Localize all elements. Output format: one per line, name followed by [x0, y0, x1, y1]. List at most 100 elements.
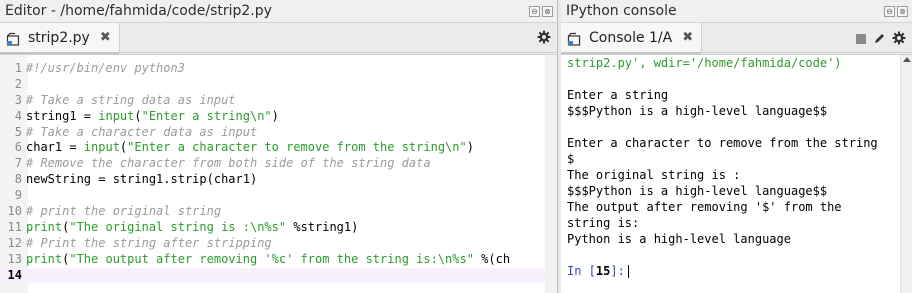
- console-scrollbar[interactable]: [900, 55, 912, 293]
- line-number: 2: [14, 76, 22, 91]
- editor-tabbar: strip2.py ✖: [0, 22, 557, 54]
- code-line[interactable]: 14: [0, 267, 545, 284]
- line-number: 9: [14, 188, 22, 203]
- code-line[interactable]: 1 #!/usr/bin/env python3: [0, 61, 545, 77]
- console-line: $: [567, 152, 575, 166]
- console-window-buttons: ⊖ ⊗: [884, 5, 908, 17]
- code-area[interactable]: 1 #!/usr/bin/env python3 2 3 # Take a string…: [0, 61, 545, 284]
- code-token: print: [26, 251, 63, 266]
- code-text: # print the original string: [24, 204, 221, 220]
- tab-console-1a[interactable]: Console 1/A ✖: [561, 22, 703, 54]
- code-token: print: [26, 219, 63, 234]
- editor-title: Editor - /home/fahmida/code/strip2.py: [5, 3, 272, 19]
- code-line[interactable]: 9: [0, 188, 545, 204]
- code-line[interactable]: 7 # Remove the character from both side o…: [0, 156, 545, 172]
- edit-icon[interactable]: [873, 30, 886, 49]
- tab-close-icon[interactable]: ✖: [682, 30, 693, 45]
- code-token: newString = string1.strip(char1): [26, 172, 258, 187]
- line-number: 5: [14, 124, 22, 139]
- line-number: 6: [14, 140, 22, 155]
- tab-label: Console 1/A: [589, 29, 673, 46]
- code-text: # Remove the character from both side of…: [24, 156, 431, 172]
- code-token: ): [466, 140, 474, 155]
- code-token: ): [271, 108, 279, 123]
- console-text: strip2.py', wdir='/home/fahmida/code') En…: [567, 55, 898, 279]
- file-icon: [6, 31, 20, 46]
- code-token: "Enter a character to remove from the st…: [127, 140, 467, 155]
- close-pane-icon[interactable]: ⊗: [897, 5, 908, 17]
- console-output[interactable]: strip2.py', wdir='/home/fahmida/code') En…: [561, 54, 912, 293]
- console-tabbar: Console 1/A ✖: [561, 22, 912, 54]
- line-number: 10: [7, 204, 22, 219]
- stop-icon[interactable]: [855, 30, 867, 49]
- prompt-number: 15: [595, 264, 611, 278]
- code-text: string1 = input("Enter a string\n"): [24, 109, 279, 125]
- console-line: $$$Python is a high-level language$$: [567, 184, 828, 198]
- gear-icon[interactable]: [537, 30, 551, 47]
- tab-strip2-py[interactable]: strip2.py ✖: [0, 22, 120, 54]
- code-token: string1 =: [26, 108, 99, 123]
- console-pane: IPython console ⊖ ⊗ Console 1/A ✖ strip2…: [561, 0, 912, 293]
- console-title: IPython console: [566, 3, 677, 19]
- code-token: char1 =: [26, 140, 84, 155]
- code-line[interactable]: 6 char1 = input("Enter a character to rem…: [0, 140, 545, 156]
- code-text: char1 = input("Enter a character to remo…: [24, 140, 474, 156]
- editor-scrollbar[interactable]: [545, 55, 557, 293]
- gear-icon[interactable]: [892, 31, 906, 48]
- code-text: # Take a character data as input: [24, 125, 257, 141]
- code-line[interactable]: 5 # Take a character data as input: [0, 125, 545, 141]
- code-line[interactable]: 4 string1 = input("Enter a string\n"): [0, 109, 545, 125]
- console-line: Python is a high-level language: [567, 232, 791, 246]
- console-line: Enter a string: [567, 88, 669, 102]
- code-token: # print the original string: [26, 204, 222, 219]
- code-line[interactable]: 2: [0, 77, 545, 93]
- tab-label: strip2.py: [28, 29, 90, 46]
- code-token: # Take a character data as input: [26, 124, 258, 139]
- undock-icon[interactable]: ⊖: [884, 5, 895, 17]
- code-token: %(ch: [473, 251, 511, 266]
- console-prompt[interactable]: In [15]:: [567, 263, 898, 279]
- editor-window-buttons: ⊖ ⊗: [529, 5, 553, 17]
- code-text: # Take a string data as input: [24, 93, 236, 109]
- code-token: #!/usr/bin/env python3: [26, 61, 185, 75]
- console-titlebar: IPython console ⊖ ⊗: [561, 0, 912, 23]
- code-line[interactable]: 12 # Print the string after stripping: [0, 236, 545, 252]
- code-text: print("The output after removing '%c' fr…: [24, 252, 510, 268]
- line-number: 13: [7, 251, 22, 266]
- code-token: %string1): [286, 219, 359, 234]
- code-token: "The output after removing '%c' from the…: [69, 251, 474, 266]
- code-token: # Print the string after stripping: [26, 235, 272, 250]
- console-line: strip2.py', wdir='/home/fahmida/code'): [567, 56, 842, 70]
- console-line: The output after removing '$' from the: [567, 200, 842, 214]
- code-token: # Take a string data as input: [26, 92, 236, 107]
- code-token: "The original string is :\n%s": [69, 219, 287, 234]
- editor-pane: Editor - /home/fahmida/code/strip2.py ⊖ …: [0, 0, 558, 293]
- console-line: string is:: [567, 216, 640, 230]
- code-text: # Print the string after stripping: [24, 236, 272, 252]
- editor-titlebar: Editor - /home/fahmida/code/strip2.py ⊖ …: [0, 0, 557, 23]
- code-line[interactable]: 8 newString = string1.strip(char1): [0, 172, 545, 188]
- console-line: $$$Python is a high-level language$$: [567, 104, 828, 118]
- code-line[interactable]: 13 print("The output after removing '%c' …: [0, 252, 545, 268]
- code-text: #!/usr/bin/env python3: [24, 61, 185, 77]
- tab-close-icon[interactable]: ✖: [100, 30, 111, 45]
- code-line[interactable]: 3 # Take a string data as input: [0, 93, 545, 109]
- scroll-up-arrow-icon[interactable]: [903, 57, 911, 62]
- line-number: 8: [14, 172, 22, 187]
- code-token: input: [98, 108, 135, 123]
- code-editor[interactable]: 1 #!/usr/bin/env python3 2 3 # Take a string…: [0, 54, 557, 293]
- close-pane-icon[interactable]: ⊗: [542, 5, 553, 17]
- code-line[interactable]: 11 print("The original string is :\n%s" %…: [0, 220, 545, 236]
- line-number: 12: [7, 235, 22, 250]
- undock-icon[interactable]: ⊖: [529, 5, 540, 17]
- code-line[interactable]: 10 # print the original string: [0, 204, 545, 220]
- code-text: print("The original string is :\n%s" %st…: [24, 220, 358, 236]
- console-line: The original string is :: [567, 168, 741, 182]
- line-number: 11: [7, 219, 22, 234]
- line-number: 7: [14, 156, 22, 171]
